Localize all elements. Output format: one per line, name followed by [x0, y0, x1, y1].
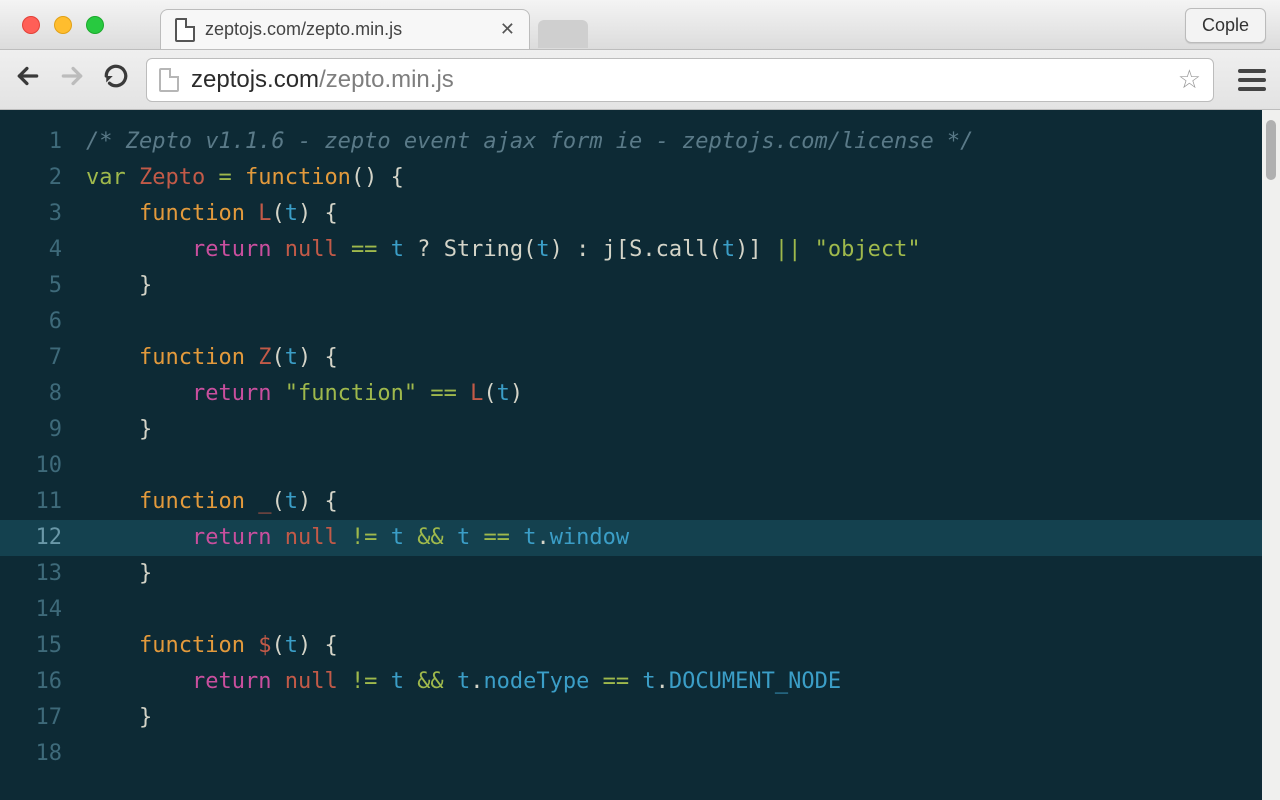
- line-number: 9: [0, 412, 78, 448]
- code-line: /* Zepto v1.1.6 - zepto event ajax form …: [78, 124, 1262, 160]
- code-content[interactable]: /* Zepto v1.1.6 - zepto event ajax form …: [78, 110, 1262, 800]
- code-line: var Zepto = function() {: [78, 160, 1262, 196]
- tab-close-icon[interactable]: ✕: [500, 19, 515, 40]
- line-number: 3: [0, 196, 78, 232]
- line-number: 11: [0, 484, 78, 520]
- code-line: return null == t ? String(t) : j[S.call(…: [78, 232, 1262, 268]
- code-line: [78, 736, 1262, 772]
- line-number: 8: [0, 376, 78, 412]
- code-line: return null != t && t.nodeType == t.DOCU…: [78, 664, 1262, 700]
- line-number: 4: [0, 232, 78, 268]
- url-text: zeptojs.com/zepto.min.js: [191, 66, 1166, 94]
- code-line: function L(t) {: [78, 196, 1262, 232]
- line-number-gutter: 123456789101112131415161718: [0, 110, 78, 800]
- traffic-lights: [22, 16, 104, 34]
- line-number: 2: [0, 160, 78, 196]
- scrollbar-thumb[interactable]: [1266, 120, 1276, 180]
- line-number: 10: [0, 448, 78, 484]
- code-line: return null != t && t == t.window: [78, 520, 1262, 556]
- line-number: 7: [0, 340, 78, 376]
- source-viewer: 123456789101112131415161718 /* Zepto v1.…: [0, 110, 1280, 800]
- code-line: [78, 448, 1262, 484]
- browser-tab-active[interactable]: zeptojs.com/zepto.min.js ✕: [160, 9, 530, 49]
- code-line: }: [78, 700, 1262, 736]
- code-line: }: [78, 412, 1262, 448]
- code-line: }: [78, 556, 1262, 592]
- page-icon: [159, 68, 179, 92]
- code-line: [78, 592, 1262, 628]
- code-line: function $(t) {: [78, 628, 1262, 664]
- address-bar[interactable]: zeptojs.com/zepto.min.js ☆: [146, 58, 1214, 102]
- new-tab-button[interactable]: [538, 20, 588, 48]
- line-number: 15: [0, 628, 78, 664]
- line-number: 17: [0, 700, 78, 736]
- back-button[interactable]: [14, 63, 42, 96]
- line-number: 12: [0, 520, 78, 556]
- line-number: 6: [0, 304, 78, 340]
- window-close-button[interactable]: [22, 16, 40, 34]
- forward-button[interactable]: [58, 63, 86, 96]
- line-number: 18: [0, 736, 78, 772]
- tab-title: zeptojs.com/zepto.min.js: [205, 19, 402, 40]
- bookmark-star-icon[interactable]: ☆: [1178, 64, 1201, 95]
- window-minimize-button[interactable]: [54, 16, 72, 34]
- window-zoom-button[interactable]: [86, 16, 104, 34]
- code-line: }: [78, 268, 1262, 304]
- tab-strip: zeptojs.com/zepto.min.js ✕: [160, 0, 588, 49]
- line-number: 1: [0, 124, 78, 160]
- code-line: function Z(t) {: [78, 340, 1262, 376]
- code-line: return "function" == L(t): [78, 376, 1262, 412]
- extension-button[interactable]: Cople: [1185, 8, 1266, 43]
- code-line: function _(t) {: [78, 484, 1262, 520]
- code-line: [78, 304, 1262, 340]
- browser-toolbar: zeptojs.com/zepto.min.js ☆: [0, 50, 1280, 110]
- window-titlebar: zeptojs.com/zepto.min.js ✕ Cople: [0, 0, 1280, 50]
- menu-button[interactable]: [1238, 69, 1266, 91]
- line-number: 14: [0, 592, 78, 628]
- scrollbar-vertical[interactable]: [1262, 110, 1280, 800]
- reload-button[interactable]: [102, 63, 130, 96]
- line-number: 5: [0, 268, 78, 304]
- line-number: 13: [0, 556, 78, 592]
- file-icon: [175, 18, 195, 42]
- line-number: 16: [0, 664, 78, 700]
